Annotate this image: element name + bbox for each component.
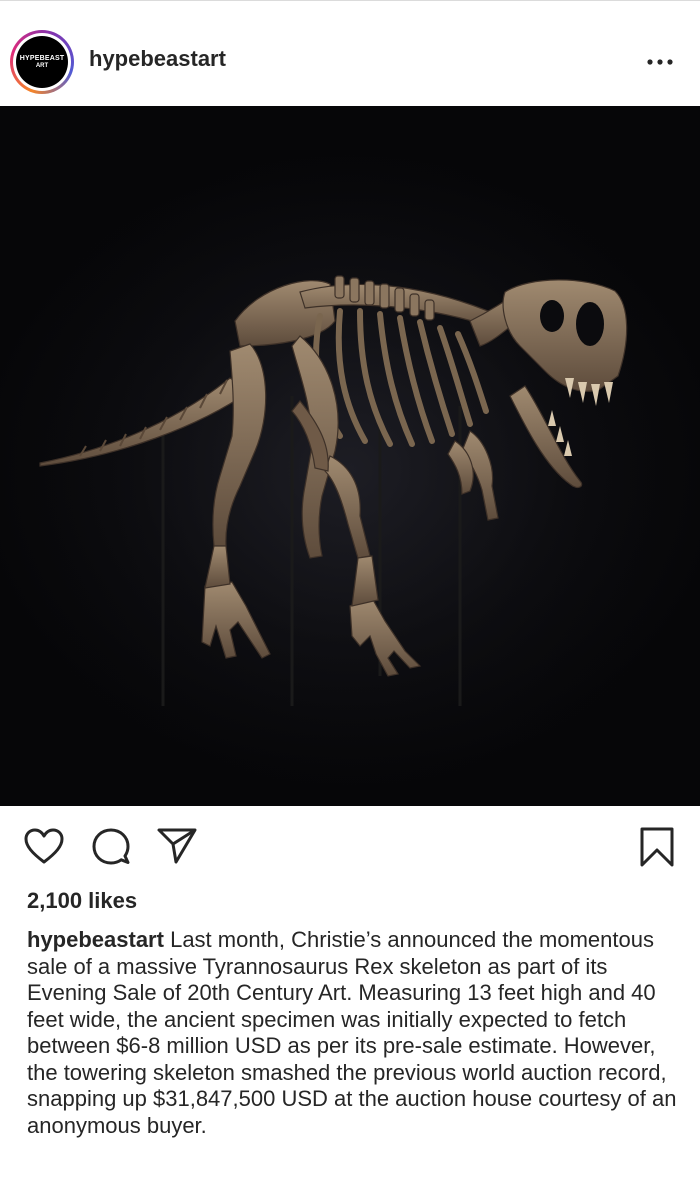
post-image[interactable]: [0, 106, 700, 806]
heart-icon[interactable]: [24, 828, 64, 866]
avatar-logo-text-bottom: ART: [35, 63, 49, 69]
avatar-logo-text-top: HYPEBEAST: [19, 55, 65, 62]
t-rex-skeleton-image: [0, 106, 700, 806]
send-icon[interactable]: [156, 826, 198, 866]
like-count[interactable]: 2,100 likes: [27, 888, 137, 914]
avatar-story-ring[interactable]: HYPEBEAST ART: [10, 30, 74, 94]
caption-username[interactable]: hypebeastart: [27, 927, 164, 952]
post-header: HYPEBEAST ART hypebeastart: [0, 0, 700, 106]
post-caption: hypebeastart Last month, Christie’s anno…: [27, 927, 677, 1139]
post-username[interactable]: hypebeastart: [89, 46, 226, 72]
more-horizontal-icon[interactable]: [646, 58, 674, 66]
bookmark-icon[interactable]: [639, 826, 675, 868]
avatar[interactable]: HYPEBEAST ART: [16, 36, 68, 88]
comment-icon[interactable]: [91, 827, 131, 867]
caption-text: Last month, Christie’s announced the mom…: [27, 927, 677, 1138]
